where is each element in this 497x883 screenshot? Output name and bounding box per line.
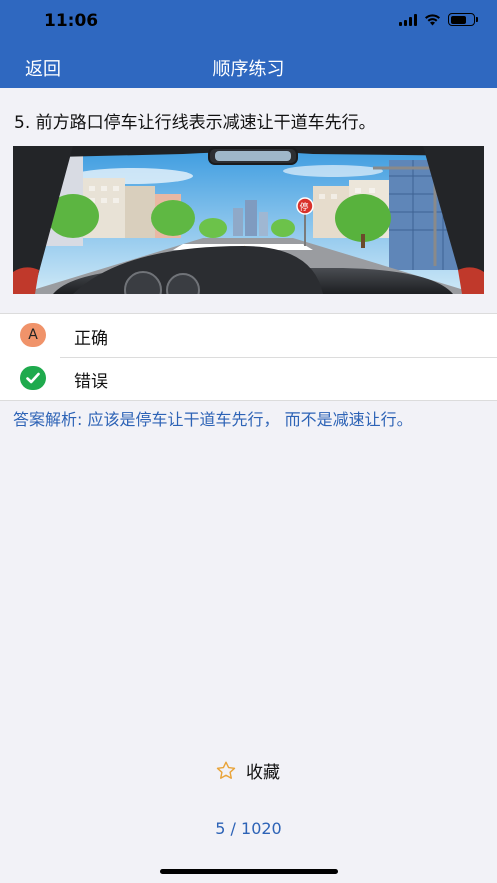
checkmark-icon bbox=[20, 366, 46, 390]
stop-sign-text: 停 bbox=[300, 201, 309, 213]
cellular-signal-icon bbox=[399, 13, 417, 26]
answer-options: A 正确 错误 bbox=[0, 313, 497, 401]
question-image: 停 停 bbox=[13, 146, 484, 294]
home-indicator bbox=[160, 869, 338, 874]
navigation-bar: 返回 顺序练习 bbox=[0, 44, 497, 88]
question-text: 5. 前方路口停车让行线表示减速让干道车先行。 bbox=[14, 113, 376, 133]
battery-icon bbox=[448, 13, 478, 26]
option-a[interactable]: A 正确 bbox=[0, 314, 497, 357]
wifi-icon bbox=[425, 13, 440, 25]
page-title: 顺序练习 bbox=[212, 59, 285, 80]
status-bar: 11:06 bbox=[0, 0, 497, 44]
option-a-label: 正确 bbox=[74, 329, 108, 349]
option-b-label: 错误 bbox=[74, 372, 108, 392]
favorite-label: 收藏 bbox=[246, 763, 280, 783]
option-a-badge: A bbox=[20, 323, 46, 347]
star-outline-icon bbox=[216, 761, 236, 779]
option-b[interactable]: 错误 bbox=[0, 357, 497, 400]
status-time: 11:06 bbox=[44, 11, 99, 31]
status-icons bbox=[399, 13, 478, 26]
answer-explanation: 答案解析: 应该是停车让干道车先行， 而不是减速让行。 bbox=[13, 410, 413, 429]
favorite-button[interactable]: 收藏 bbox=[216, 758, 280, 783]
question-counter: 5 / 1020 bbox=[215, 819, 282, 838]
